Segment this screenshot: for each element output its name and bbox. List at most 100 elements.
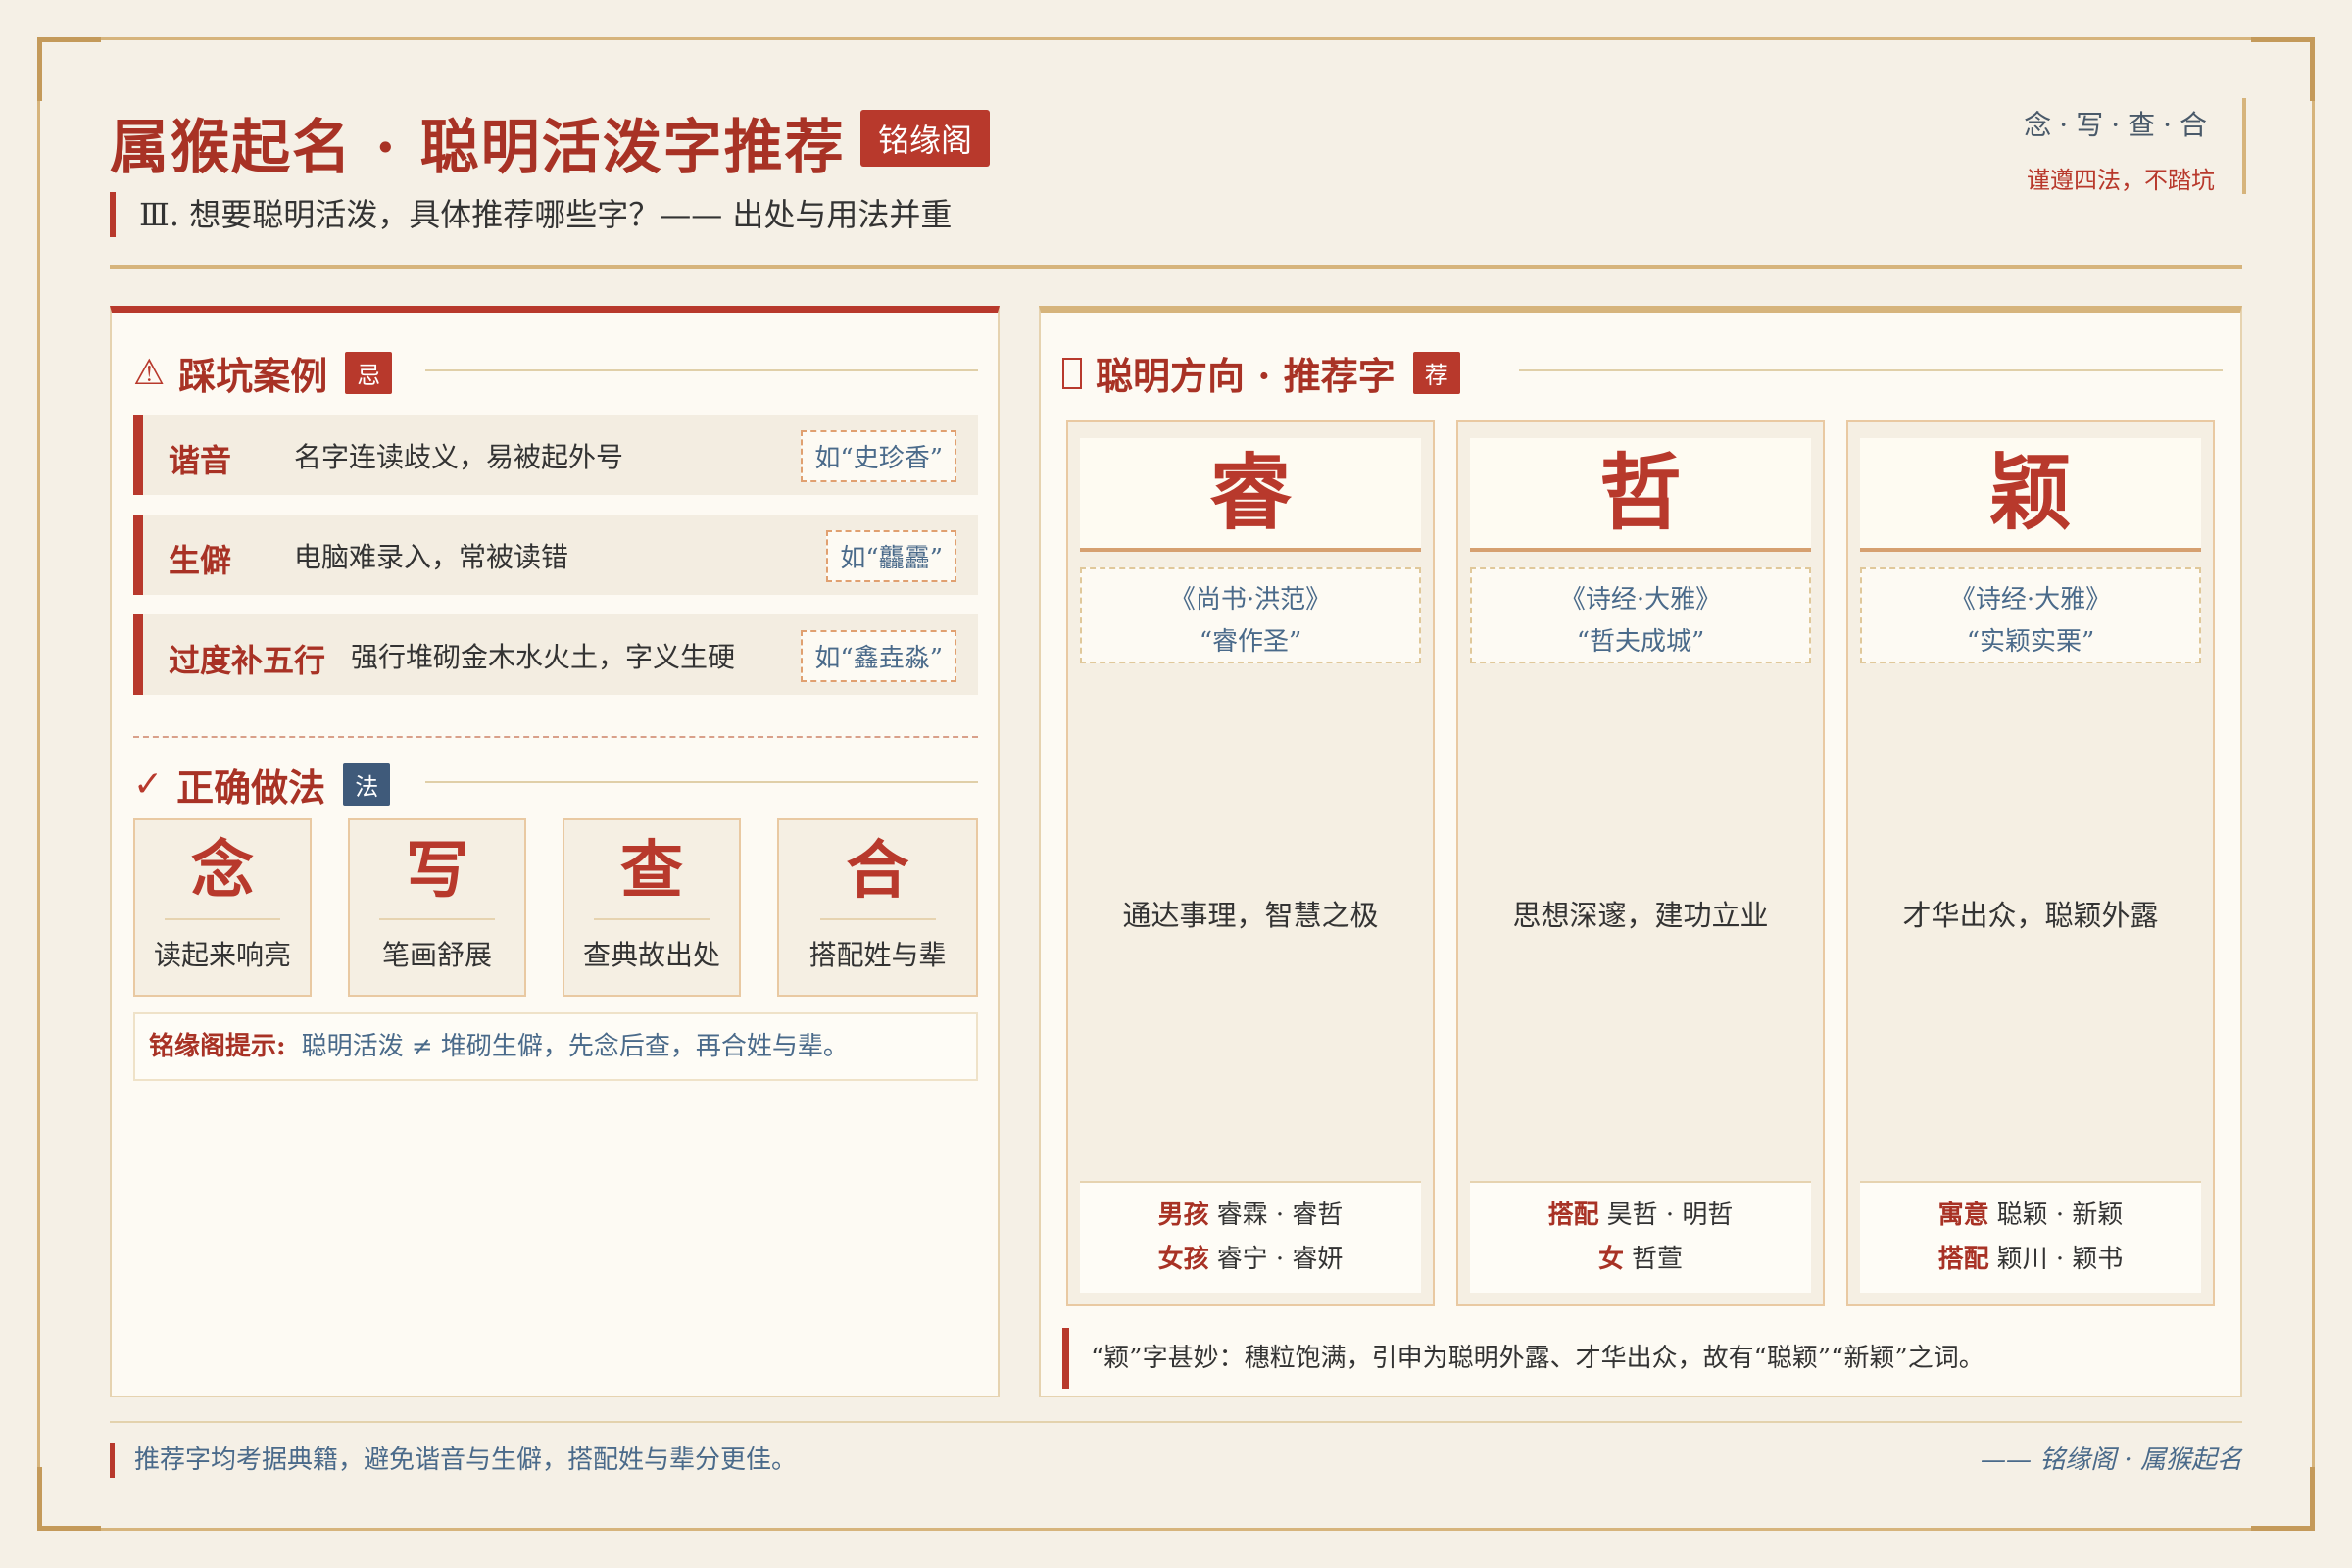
pitfalls-badge: 忌 [345, 352, 393, 394]
tip-text: 聪明活泼 ≠ 堆砌生僻，先念后查，再合姓与辈。 [301, 1032, 849, 1061]
card-char: 哲 [1598, 444, 1682, 541]
methods-title: 正确做法 [176, 765, 326, 809]
pitfall-key: 生僻 [169, 542, 232, 579]
methods-badge: 法 [343, 763, 391, 806]
corner-ornament [37, 37, 101, 101]
combo-text: 聪颖 · 新颖 [1996, 1200, 2124, 1230]
method-card: 查 查典故出处 [563, 818, 741, 997]
card-source: 《诗经·大雅》 “哲夫成城” [1470, 567, 1811, 663]
card-char-box: 睿 [1080, 438, 1421, 552]
tip-label: 铭缘阁提示: [149, 1032, 286, 1061]
brand-tag: 铭缘阁 [860, 110, 991, 167]
corner-ornament [37, 1467, 101, 1531]
corner-ornament [2251, 1467, 2315, 1531]
recommend-card: 哲 《诗经·大雅》 “哲夫成城” 思想深邃，建功立业 搭配 昊哲 · 明哲 女哲萱 [1456, 420, 1825, 1306]
recommend-badge: 荐 [1412, 352, 1460, 394]
card-meaning: 思想深邃，建功立业 [1512, 899, 1769, 932]
source-quote: “睿作圣” [1199, 627, 1302, 657]
page-subtitle: Ⅲ. 想要聪明活泼，具体推荐哪些字？—— 出处与用法并重 [110, 192, 952, 237]
recommend-card: 颖 《诗经·大雅》 “实颖实栗” 才华出众，聪颖外露 寓意 聪颖 · 新颖 搭配颖… [1846, 420, 2215, 1306]
combo-label: 男孩 [1157, 1200, 1209, 1230]
pitfall-desc: 名字连读歧义，易被起外号 [294, 441, 624, 473]
method-separator [594, 918, 710, 920]
page-title: 属猴起名 · 聪明活泼字推荐 [110, 114, 846, 182]
method-char: 合 [846, 834, 909, 907]
missing-glyph-icon [1062, 357, 1082, 389]
pitfall-key: 谐音 [169, 442, 232, 479]
pitfall-example: 如“龘靐” [826, 530, 956, 582]
motto-line-1: 念·写·查·合 [2024, 109, 2215, 141]
card-meaning: 通达事理，智慧之极 [1122, 899, 1379, 932]
pitfall-key: 过度补五行 [169, 642, 326, 679]
combo-text: 昊哲 · 明哲 [1606, 1200, 1734, 1230]
section-divider [1519, 369, 2223, 371]
card-meaning: 才华出众，聪颖外露 [1902, 899, 2159, 932]
combo-label: 女孩 [1157, 1245, 1209, 1274]
combo-label: 寓意 [1937, 1200, 1989, 1230]
methods-header: ✓ 正确做法 法 [133, 758, 391, 811]
section-divider [425, 781, 978, 783]
source-book: 《诗经·大雅》 [1949, 585, 2112, 614]
pitfall-example: 如“鑫垚淼” [801, 630, 956, 682]
pitfall-example: 如“史珍香” [801, 430, 956, 482]
method-char: 念 [191, 834, 254, 907]
card-char-box: 颖 [1860, 438, 2201, 552]
combo-label: 女 [1597, 1245, 1624, 1274]
card-char: 颖 [1988, 444, 2072, 541]
source-book: 《诗经·大雅》 [1559, 585, 1722, 614]
method-card: 合 搭配姓与辈 [777, 818, 978, 997]
card-source: 《诗经·大雅》 “实颖实栗” [1860, 567, 2201, 663]
combo-text: 颖川 · 颖书 [1996, 1245, 2124, 1274]
card-combos: 男孩 睿霖 · 睿哲 女孩 睿宁 · 睿妍 [1080, 1181, 1421, 1293]
combo-text: 睿宁 · 睿妍 [1216, 1245, 1344, 1274]
method-desc: 查典故出处 [582, 939, 720, 971]
method-char: 写 [406, 834, 468, 907]
method-char: 查 [620, 834, 683, 907]
card-char: 睿 [1208, 444, 1292, 541]
card-source: 《尚书·洪范》 “睿作圣” [1080, 567, 1421, 663]
top-right-motto: 念·写·查·合 谨遵四法，不踏坑 [1991, 98, 2246, 194]
source-book: 《尚书·洪范》 [1169, 585, 1332, 614]
warning-icon: ⚠ [133, 353, 166, 393]
recommend-card: 睿 《尚书·洪范》 “睿作圣” 通达事理，智慧之极 男孩 睿霖 · 睿哲 女孩 睿宁… [1066, 420, 1435, 1306]
pitfall-desc: 电脑难录入，常被读错 [294, 541, 569, 573]
method-card: 写 笔画舒展 [348, 818, 526, 997]
corner-ornament [2251, 37, 2315, 101]
section-divider [425, 369, 978, 371]
method-separator [165, 918, 280, 920]
combo-text: 哲萱 [1632, 1245, 1684, 1274]
combo-label: 搭配 [1937, 1245, 1989, 1274]
pitfalls-title: 踩坑案例 [178, 354, 328, 398]
pitfall-item: 谐音 名字连读歧义，易被起外号 如“史珍香” [133, 415, 978, 495]
recommend-note: “颖”字甚妙：穗粒饱满，引申为聪明外露、才华出众，故有“聪颖”“新颖”之词。 [1062, 1328, 1984, 1389]
pitfall-item: 生僻 电脑难录入，常被读错 如“龘靐” [133, 514, 978, 595]
tip-box: 铭缘阁提示: 聪明活泼 ≠ 堆砌生僻，先念后查，再合姓与辈。 [133, 1012, 978, 1081]
method-card: 念 读起来响亮 [133, 818, 312, 997]
source-quote: “实颖实栗” [1966, 627, 2095, 657]
motto-line-2: 谨遵四法，不踏坑 [2027, 167, 2215, 194]
header-divider [110, 265, 2242, 269]
method-separator [819, 918, 936, 920]
dashed-divider [133, 736, 978, 738]
card-char-box: 哲 [1470, 438, 1811, 552]
combo-text: 睿霖 · 睿哲 [1216, 1200, 1344, 1230]
card-combos: 搭配 昊哲 · 明哲 女哲萱 [1470, 1181, 1811, 1293]
pitfalls-panel: ⚠ 踩坑案例 忌 谐音 名字连读歧义，易被起外号 如“史珍香” 生僻 电脑难录入… [110, 306, 1000, 1397]
method-desc: 笔画舒展 [381, 939, 492, 971]
recommend-panel: 聪明方向 · 推荐字 荐 睿 《尚书·洪范》 “睿作圣” 通达事理，智慧之极 男… [1039, 306, 2242, 1397]
recommend-header: 聪明方向 · 推荐字 荐 [1062, 346, 1460, 400]
pitfall-item: 过度补五行 强行堆砌金木水火土，字义生硬 如“鑫垚淼” [133, 614, 978, 695]
footer-divider [110, 1421, 2242, 1423]
footer-note: 推荐字均考据典籍，避免谐音与生僻，搭配姓与辈分更佳。 [110, 1443, 797, 1478]
method-desc: 读起来响亮 [153, 939, 291, 971]
pitfall-desc: 强行堆砌金木水火土，字义生硬 [351, 641, 736, 673]
method-separator [379, 918, 495, 920]
source-quote: “哲夫成城” [1576, 627, 1705, 657]
pitfalls-header: ⚠ 踩坑案例 忌 [133, 346, 393, 400]
method-desc: 搭配姓与辈 [808, 939, 947, 971]
card-combos: 寓意 聪颖 · 新颖 搭配 颖川 · 颖书 [1860, 1181, 2201, 1293]
check-icon: ✓ [133, 764, 164, 805]
recommend-title: 聪明方向 · 推荐字 [1096, 354, 1396, 398]
footer-signature: —— 铭缘阁 · 属猴起名 [1980, 1446, 2242, 1475]
combo-label: 搭配 [1547, 1200, 1599, 1230]
